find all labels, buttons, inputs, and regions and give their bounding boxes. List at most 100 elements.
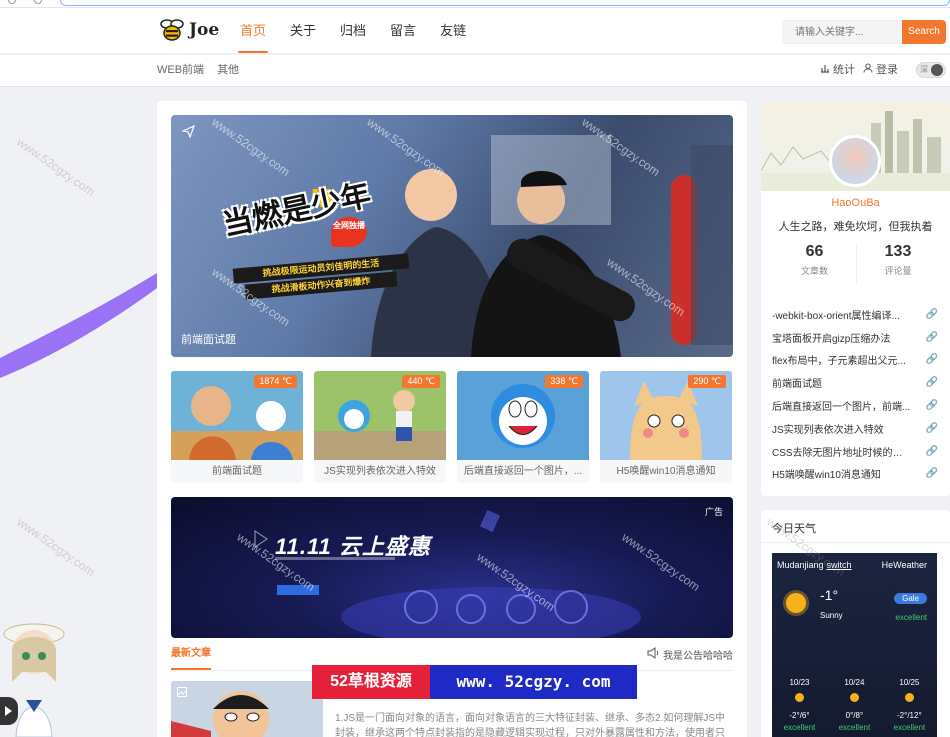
forecast-aqi: excellent [838,723,871,732]
sun-icon [904,693,914,702]
featured-post-card[interactable]: 1874 ℃ 前端面试题 [171,371,303,483]
list-item[interactable]: -webkit-box-orient属性编译... 🔗 [772,303,938,326]
category-other[interactable]: 其他 [217,55,239,85]
link-icon: 🔗 [925,422,938,434]
link-icon: 🔗 [925,354,938,366]
post-title: 后端直接返回一个图片，... [463,466,583,477]
site-logo[interactable]: Joe [158,16,219,44]
forecast-aqi: excellent [783,723,816,732]
hero-badge: 全网独播 [331,217,367,247]
temperature-badge: 338 ℃ [545,375,583,388]
hero-banner[interactable]: M 当燃是少年 全网独播 挑战极限运动员刘佳明的生活 挑战滑板动作兴奋到爆炸 前… [171,115,733,357]
comment-count: 133 评论量 [856,243,939,283]
post-thumbnail: 440 ℃ [314,371,446,460]
image-icon [177,686,187,700]
chart-icon [820,55,830,85]
post-link-text: flex布局中，子元素超出父元... [772,356,906,368]
announcement[interactable]: 我是公告哈哈哈 [647,647,733,662]
watermark-banner: 52草根资源 www. 52cgzy. com [312,665,637,699]
weather-description: Sunny [820,611,843,620]
announcement-text: 我是公告哈哈哈 [663,651,733,662]
search-button[interactable]: Search [902,20,946,44]
list-item[interactable]: H5端唤醒win10消息通知 🔗 [772,463,938,486]
post-link-text: 宝塔面板开启gizp压缩办法 [772,333,891,345]
nav-home[interactable]: 首页 [237,8,269,54]
nav-about[interactable]: 关于 [290,8,316,54]
list-item[interactable]: 前端面试题 🔗 [772,371,938,394]
link-icon: 🔗 [925,445,938,457]
air-quality: excellent [895,613,927,622]
nav-archive[interactable]: 归档 [340,8,366,54]
dark-mode-toggle[interactable]: 深 [916,62,946,78]
category-web-frontend[interactable]: WEB前端 [157,55,204,85]
toggle-knob [931,64,943,76]
forecast-date: 10/25 [899,678,920,687]
forecast-range: 0°/8° [845,711,864,720]
author-motto: 人生之路，难免坎坷，但我执着 [778,221,933,233]
forecast-aqi: excellent [893,723,926,732]
category-nav: WEB前端 其他 [157,55,239,85]
list-item[interactable]: CSS去除无图片地址时候的边框 🔗 [772,440,938,463]
main-nav: 首页 关于 归档 留言 友链 [237,8,490,54]
login-link[interactable]: 登录 [863,55,898,85]
featured-post-card[interactable]: 338 ℃ 后端直接返回一个图片，... [457,371,589,483]
refresh-icon[interactable] [34,0,42,4]
temperature-badge: 1874 ℃ [254,375,297,388]
speaker-icon [647,647,659,662]
login-label: 登录 [876,64,898,76]
nav-message[interactable]: 留言 [390,8,416,54]
post-link-text: CSS去除无图片地址时候的边框 [772,447,912,459]
main-content: M 当燃是少年 全网独播 挑战极限运动员刘佳明的生活 挑战滑板动作兴奋到爆炸 前… [157,101,747,737]
link-icon: 🔗 [925,400,938,412]
post-thumbnail: 290 ℃ [600,371,732,460]
author-profile-card: HaoOuBa 人生之路，难免坎坷，但我执着 66 文章数 133 评论量 -w… [761,101,950,496]
ad-scene [254,509,641,638]
avatar[interactable] [829,135,881,187]
nav-friends[interactable]: 友链 [440,8,466,54]
hero-caption: 前端面试题 [181,334,236,346]
link-icon: 🔗 [925,331,938,343]
post-link-text: -webkit-box-orient属性编译... [772,310,900,322]
weather-city: Mudanjiang switch [777,560,852,570]
music-play-button[interactable] [0,697,18,725]
search-input[interactable] [782,20,902,44]
logo-text: Joe [189,20,220,40]
comment-count-label: 评论量 [884,266,912,276]
featured-post-card[interactable]: 290 ℃ H5唤醒win10消息通知 [600,371,732,483]
article-count-value: 66 [805,243,824,260]
weather-widget-card: 今日天气 Mudanjiang switch HeWeather -1° Sunn… [761,510,950,737]
browser-address-bar-strip [0,0,950,8]
ad-cta-button[interactable] [277,585,319,595]
link-icon: 🔗 [925,468,938,480]
article-excerpt: 1.JS是一门面向对象的语言，面向对象语言的三大特征封装、继承、多态2.如何理解… [335,713,726,737]
list-item[interactable]: 宝塔面板开启gizp压缩办法 🔗 [772,326,938,349]
switch-city-link[interactable]: switch [827,560,852,570]
featured-post-card[interactable]: 440 ℃ JS实现列表依次进入特效 [314,371,446,483]
post-title: 前端面试题 [212,466,262,477]
article-count: 66 文章数 [773,243,856,283]
sun-icon [849,693,859,702]
stats-link[interactable]: 统计 [820,55,855,85]
featured-posts: 1874 ℃ 前端面试题 440 ℃ JS实现列表依次进入特效 338 ℃ 后端… [171,371,733,483]
list-item[interactable]: JS实现列表依次进入特效 🔗 [772,417,938,440]
post-link-text: H5端唤醒win10消息通知 [772,470,881,482]
forecast-day: 10/24 0°/8° excellent [827,677,882,734]
weather-panel: Mudanjiang switch HeWeather -1° Sunny Gal… [772,553,937,737]
address-bar[interactable] [60,0,950,6]
post-title: JS实现列表依次进入特效 [324,466,436,477]
article-count-label: 文章数 [800,266,828,276]
author-name[interactable]: HaoOuBa [761,197,950,209]
advertisement-banner[interactable]: 11.11 云上盛惠 广告 [171,497,733,638]
forecast-range: -2°/6° [789,711,810,720]
list-item[interactable]: 后端直接返回一个图片，前端... 🔗 [772,394,938,417]
article-thumbnail [171,681,323,737]
site-header: Joe 首页 关于 归档 留言 友链 Search [0,8,950,54]
post-thumbnail: 1874 ℃ [171,371,303,460]
sun-icon [794,693,804,702]
list-item[interactable]: flex布局中，子元素超出父元... 🔗 [772,349,938,372]
back-icon[interactable] [8,0,16,4]
ad-subtitle-line [275,557,395,560]
tab-latest-articles[interactable]: 最新文章 [171,647,211,670]
weather-source[interactable]: HeWeather [882,560,927,570]
wind-badge: Gale [894,593,927,604]
